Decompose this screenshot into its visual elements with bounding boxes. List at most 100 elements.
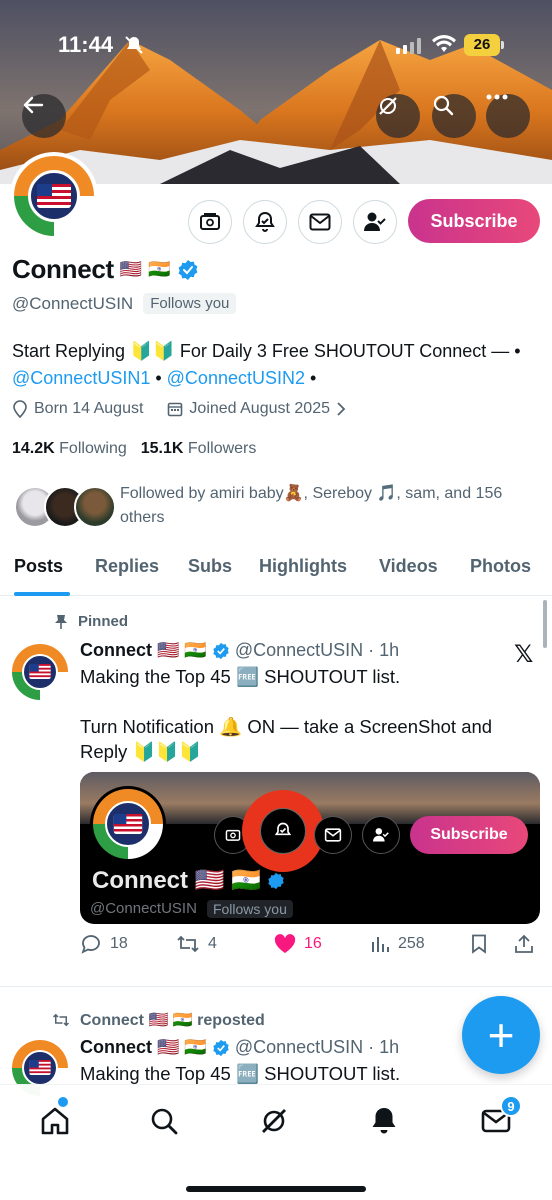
profile-meta: Born 14 August Joined August 2025: [12, 400, 346, 418]
location-icon: [13, 400, 27, 418]
grok-button[interactable]: [376, 94, 420, 138]
bio-separator: •: [150, 368, 167, 388]
following-link[interactable]: 14.2K Following: [12, 440, 127, 458]
repost-count: 4: [208, 935, 217, 952]
post-author-name[interactable]: Connect 🇺🇸 🇮🇳: [80, 640, 207, 661]
following-button[interactable]: [353, 200, 397, 244]
nav-home[interactable]: [37, 1103, 73, 1139]
bookmark-button[interactable]: [470, 934, 488, 954]
nav-notifications[interactable]: [366, 1103, 402, 1139]
us-flag-logo: [29, 664, 51, 680]
bookmark-icon: [472, 934, 486, 954]
profile-tabs: Posts Replies Subs Highlights Videos Pho…: [0, 548, 552, 596]
handle-row: @ConnectUSIN Follows you: [12, 293, 237, 314]
more-button[interactable]: [486, 94, 530, 138]
compose-button[interactable]: +: [462, 996, 540, 1074]
bio-suffix: •: [305, 368, 317, 388]
followers-label: Followers: [187, 440, 257, 457]
bell-icon: [372, 1108, 396, 1134]
tab-replies[interactable]: Replies: [95, 556, 159, 577]
post-text-line: Making the Top 45 🆓 SHOUTOUT list.: [80, 1063, 401, 1084]
bio-text: Start Replying 🔰🔰 For Daily 3 Free SHOUT…: [12, 341, 521, 361]
nav-search[interactable]: [146, 1103, 182, 1139]
post-text-line: Turn Notification 🔔 ON — take a ScreenSh…: [80, 716, 493, 762]
more-icon: [486, 94, 508, 100]
post-author-name[interactable]: Connect 🇺🇸 🇮🇳: [80, 1037, 207, 1058]
tab-subs[interactable]: Subs: [188, 556, 232, 577]
followed-by-text: Followed by amiri baby🧸, Sereboy 🎵, sam,…: [120, 485, 503, 526]
embed-mail-icon: [314, 816, 352, 854]
share-button[interactable]: [514, 934, 534, 954]
embed-subscribe-label: Subscribe: [410, 816, 528, 854]
followers-count: 15.1K: [140, 440, 184, 457]
views-button[interactable]: 258: [370, 934, 425, 954]
back-button[interactable]: [22, 94, 66, 138]
tab-posts[interactable]: Posts: [14, 556, 63, 577]
pin-icon: [55, 614, 67, 629]
embed-handle-row: @ConnectUSIN Follows you: [90, 900, 293, 918]
profile-name-row: Connect 🇺🇸 🇮🇳: [12, 254, 199, 285]
following-count: 14.2K: [12, 440, 55, 457]
notifications-button[interactable]: [243, 200, 287, 244]
engagement-row: 18 4 16 258: [80, 932, 540, 962]
post-text: Making the Top 45 🆓 SHOUTOUT list.: [80, 1061, 530, 1086]
reply-icon: [81, 935, 100, 954]
post-text-line: Making the Top 45 🆓 SHOUTOUT list.: [80, 666, 401, 687]
us-flag-logo: [36, 183, 71, 208]
home-icon: [41, 1107, 69, 1135]
subscribe-button[interactable]: Subscribe: [408, 199, 540, 243]
grok-icon: [379, 97, 397, 115]
views-icon: [372, 937, 389, 952]
post-image[interactable]: Subscribe Connect 🇺🇸 🇮🇳 @ConnectUSIN Fol…: [80, 772, 540, 924]
share-icon: [515, 934, 533, 953]
repost-button[interactable]: 4: [176, 934, 217, 954]
profile-bio: Start Replying 🔰🔰 For Daily 3 Free SHOUT…: [12, 338, 540, 392]
bio-link-1[interactable]: @ConnectUSIN1: [12, 368, 150, 388]
post-header: Connect 🇺🇸 🇮🇳 @ConnectUSIN · 1h: [80, 1037, 399, 1058]
reply-button[interactable]: 18: [80, 934, 128, 954]
pinned-label-row: Pinned: [54, 613, 128, 630]
flag-us: 🇺🇸: [119, 259, 143, 279]
status-bar: 11:44 26: [0, 32, 552, 60]
post-handle-time: @ConnectUSIN · 1h: [234, 640, 400, 660]
message-button[interactable]: [298, 200, 342, 244]
followers-link[interactable]: 15.1K Followers: [141, 440, 257, 458]
scrollbar[interactable]: [543, 600, 547, 648]
tab-videos[interactable]: Videos: [379, 556, 438, 577]
tab-highlights[interactable]: Highlights: [259, 556, 347, 577]
embed-follows-you: Follows you: [206, 900, 293, 918]
profile-banner[interactable]: 11:44 26: [0, 0, 552, 184]
battery-indicator: 26: [464, 34, 504, 56]
born-date: Born 14 August: [34, 400, 144, 417]
joined-date[interactable]: Joined August 2025: [189, 400, 330, 418]
messages-badge: 9: [500, 1095, 522, 1117]
reposted-label[interactable]: Connect 🇺🇸 🇮🇳 reposted: [80, 1010, 265, 1030]
reposted-label-row: Connect 🇺🇸 🇮🇳 reposted: [52, 1010, 265, 1030]
post-handle-time: @ConnectUSIN · 1h: [234, 1037, 400, 1057]
grok-profile-button[interactable]: [188, 200, 232, 244]
subscriptions-icon: [200, 213, 220, 230]
follow-stats: 14.2K Following 15.1K Followers: [12, 440, 256, 458]
nav-grok[interactable]: [256, 1103, 292, 1139]
verified-badge-icon[interactable]: [177, 259, 199, 281]
post-header: Connect 🇺🇸 🇮🇳 @ConnectUSIN · 1h: [80, 640, 399, 661]
bio-link-2[interactable]: @ConnectUSIN2: [167, 368, 305, 388]
tab-photos[interactable]: Photos: [470, 556, 531, 577]
chevron-right-icon: [337, 402, 346, 416]
reply-count: 18: [110, 935, 128, 952]
like-button[interactable]: 16: [274, 934, 322, 954]
pinned-label: Pinned: [78, 613, 129, 630]
repost-icon: [52, 1013, 70, 1027]
status-time: 11:44: [58, 32, 114, 57]
home-indicator[interactable]: [186, 1186, 366, 1192]
profile-avatar[interactable]: [10, 152, 98, 240]
bell-plus-icon: [255, 211, 275, 232]
post-avatar[interactable]: [12, 644, 68, 700]
flag-india: 🇮🇳: [148, 259, 171, 279]
post-divider: [0, 986, 552, 987]
user-check-icon: [364, 212, 386, 231]
calendar-icon: [168, 402, 183, 417]
embed-handle: @ConnectUSIN: [90, 900, 197, 917]
search-button[interactable]: [432, 94, 476, 138]
search-icon: [151, 1108, 178, 1135]
